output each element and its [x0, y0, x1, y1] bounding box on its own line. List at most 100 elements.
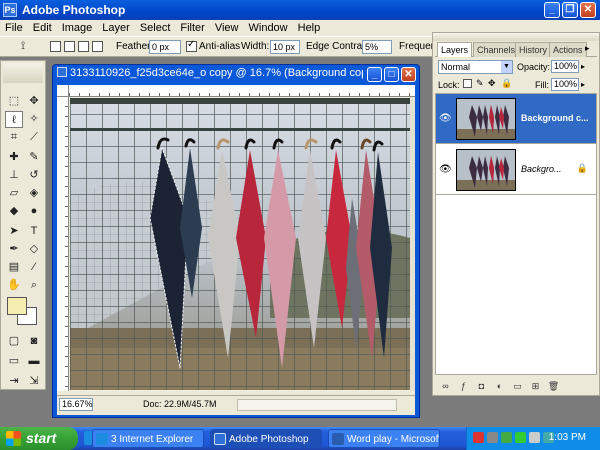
slice-tool-icon[interactable]: ⟋ [25, 129, 43, 146]
tab-channels[interactable]: Channels [473, 42, 520, 57]
notes-tool-icon[interactable]: ▤ [5, 259, 23, 276]
layer-name[interactable]: Background c... [521, 113, 589, 123]
start-button[interactable]: start [0, 427, 78, 450]
minimize-button[interactable]: _ [544, 2, 560, 18]
palette-menu-icon[interactable]: ▸ [585, 43, 590, 54]
menu-image[interactable]: Image [57, 20, 98, 34]
menu-select[interactable]: Select [135, 20, 176, 34]
lock-transparency-icon[interactable] [463, 79, 472, 88]
antialias-checkbox[interactable]: ✓ [186, 39, 197, 52]
screen-mode-full-icon[interactable]: ▬ [25, 353, 43, 370]
intersect-selection-icon[interactable] [92, 41, 103, 52]
magic-wand-tool-icon[interactable]: ✧ [25, 111, 43, 128]
hand-tool-icon[interactable]: ✋ [5, 277, 23, 294]
menu-layer[interactable]: Layer [97, 20, 135, 34]
document-title-bar: 3133110926_f25d3ce64e_o copy @ 16.7% (Ba… [57, 67, 363, 79]
menu-filter[interactable]: Filter [175, 20, 209, 34]
link-layers-icon[interactable]: ∞ [439, 380, 452, 392]
layer-name[interactable]: Backgro... [521, 164, 562, 174]
trash-icon[interactable]: 🗑 [547, 380, 560, 392]
paint-bucket-tool-icon[interactable]: ◈ [25, 185, 43, 202]
doc-minimize-button[interactable]: _ [367, 67, 382, 82]
crop-tool-icon[interactable]: ⌗ [5, 129, 23, 146]
eye-icon[interactable]: 👁 [439, 164, 452, 175]
fill-input[interactable]: 100% [551, 78, 579, 91]
network-tray-icon[interactable] [487, 432, 498, 443]
new-layer-icon[interactable]: ⊞ [529, 380, 542, 392]
horizontal-scrollbar[interactable] [237, 399, 397, 411]
feather-input[interactable]: 0 px [149, 40, 181, 54]
menu-file[interactable]: File [0, 20, 28, 34]
zoom-tool-icon[interactable]: ⌕ [25, 277, 43, 294]
new-selection-icon[interactable] [50, 41, 61, 52]
clock[interactable]: 1:03 PM [549, 432, 586, 443]
layer-row-background-copy[interactable]: 👁 Background c... [436, 94, 596, 144]
lock-paint-icon[interactable]: ✎ [476, 78, 484, 89]
antivirus-tray-icon[interactable] [473, 432, 484, 443]
path-selection-tool-icon[interactable]: ➤ [5, 223, 23, 240]
taskbar-item-word[interactable]: Word play - Microsoft... [328, 429, 440, 448]
dodge-tool-icon[interactable]: ● [25, 203, 43, 220]
history-brush-tool-icon[interactable]: ↺ [25, 167, 43, 184]
pen-tool-icon[interactable]: ✒ [5, 241, 23, 258]
image-canvas[interactable] [70, 98, 410, 390]
layer-row-background[interactable]: 👁 Backgro... 🔒 [436, 145, 596, 195]
doc-size-info[interactable]: Doc: 22.9M/45.7M [143, 399, 217, 409]
tab-layers[interactable]: Layers [437, 42, 473, 57]
vertical-scrollbar[interactable] [410, 97, 415, 391]
palette-grip[interactable] [433, 33, 599, 41]
imageready-icon[interactable]: ⇲ [25, 373, 43, 390]
marquee-tool-icon[interactable]: ⬚ [5, 93, 23, 110]
subtract-selection-icon[interactable] [78, 41, 89, 52]
doc-close-button[interactable]: ✕ [401, 67, 416, 82]
healing-brush-tool-icon[interactable]: ✚ [5, 149, 23, 166]
width-input[interactable]: 10 px [270, 40, 300, 54]
tray-icon[interactable] [501, 432, 512, 443]
jump-to-imageready-icon[interactable]: ⇥ [5, 373, 23, 390]
close-button[interactable]: ✕ [580, 2, 596, 18]
menu-edit[interactable]: Edit [28, 20, 57, 34]
move-tool-icon[interactable]: ✥ [25, 93, 43, 110]
layer-style-icon[interactable]: ƒ [457, 380, 470, 392]
screen-mode-standard-icon[interactable]: ▭ [5, 353, 23, 370]
volume-tray-icon[interactable] [529, 432, 540, 443]
restore-button[interactable]: ❐ [562, 2, 578, 18]
doc-maximize-button[interactable]: □ [384, 67, 399, 82]
lasso-tool-icon[interactable]: ℓ [5, 111, 23, 128]
add-selection-icon[interactable] [64, 41, 75, 52]
menu-view[interactable]: View [210, 20, 244, 34]
taskbar-item-label: Adobe Photoshop [229, 434, 309, 445]
zoom-field[interactable]: 16.67% [59, 398, 93, 411]
tab-history[interactable]: History [515, 42, 552, 57]
standard-mode-icon[interactable]: ▢ [5, 333, 23, 350]
foreground-color-swatch[interactable] [7, 297, 27, 315]
lock-all-icon[interactable]: 🔒 [501, 78, 512, 89]
blend-mode-select[interactable]: Normal ▼ [438, 60, 513, 74]
new-group-icon[interactable]: ▭ [511, 380, 524, 392]
quick-mask-mode-icon[interactable]: ◙ [25, 333, 43, 350]
shape-tool-icon[interactable]: ◇ [25, 241, 43, 258]
taskbar-item-internet-explorer[interactable]: 3 Internet Explorer [92, 429, 204, 448]
opacity-input[interactable]: 100% [551, 60, 579, 73]
eraser-tool-icon[interactable]: ▱ [5, 185, 23, 202]
menu-window[interactable]: Window [244, 20, 293, 34]
menu-help[interactable]: Help [293, 20, 326, 34]
eye-icon[interactable]: 👁 [439, 113, 452, 124]
adjustment-layer-icon[interactable]: ◐ [493, 380, 506, 392]
taskbar-item-photoshop[interactable]: Adobe Photoshop [210, 429, 322, 448]
lock-move-icon[interactable]: ✥ [488, 78, 496, 89]
tab-actions[interactable]: Actions [549, 42, 587, 57]
fill-arrow-icon[interactable]: ▸ [581, 80, 585, 89]
tray-icon[interactable] [515, 432, 526, 443]
brush-tool-icon[interactable]: ✎ [25, 149, 43, 166]
blur-tool-icon[interactable]: ◆ [5, 203, 23, 220]
edge-contrast-input[interactable]: 5% [362, 40, 392, 54]
eyedropper-tool-icon[interactable]: ⁄ [25, 259, 43, 276]
layer-thumbnail [456, 98, 516, 140]
type-tool-icon[interactable]: T [25, 223, 43, 240]
opacity-arrow-icon[interactable]: ▸ [581, 62, 585, 71]
clone-stamp-tool-icon[interactable]: ⊥ [5, 167, 23, 184]
magnetic-lasso-preset-icon[interactable]: ⟟ [14, 38, 32, 55]
check-icon: ✓ [187, 39, 196, 50]
layer-mask-icon[interactable]: ◘ [475, 380, 488, 392]
